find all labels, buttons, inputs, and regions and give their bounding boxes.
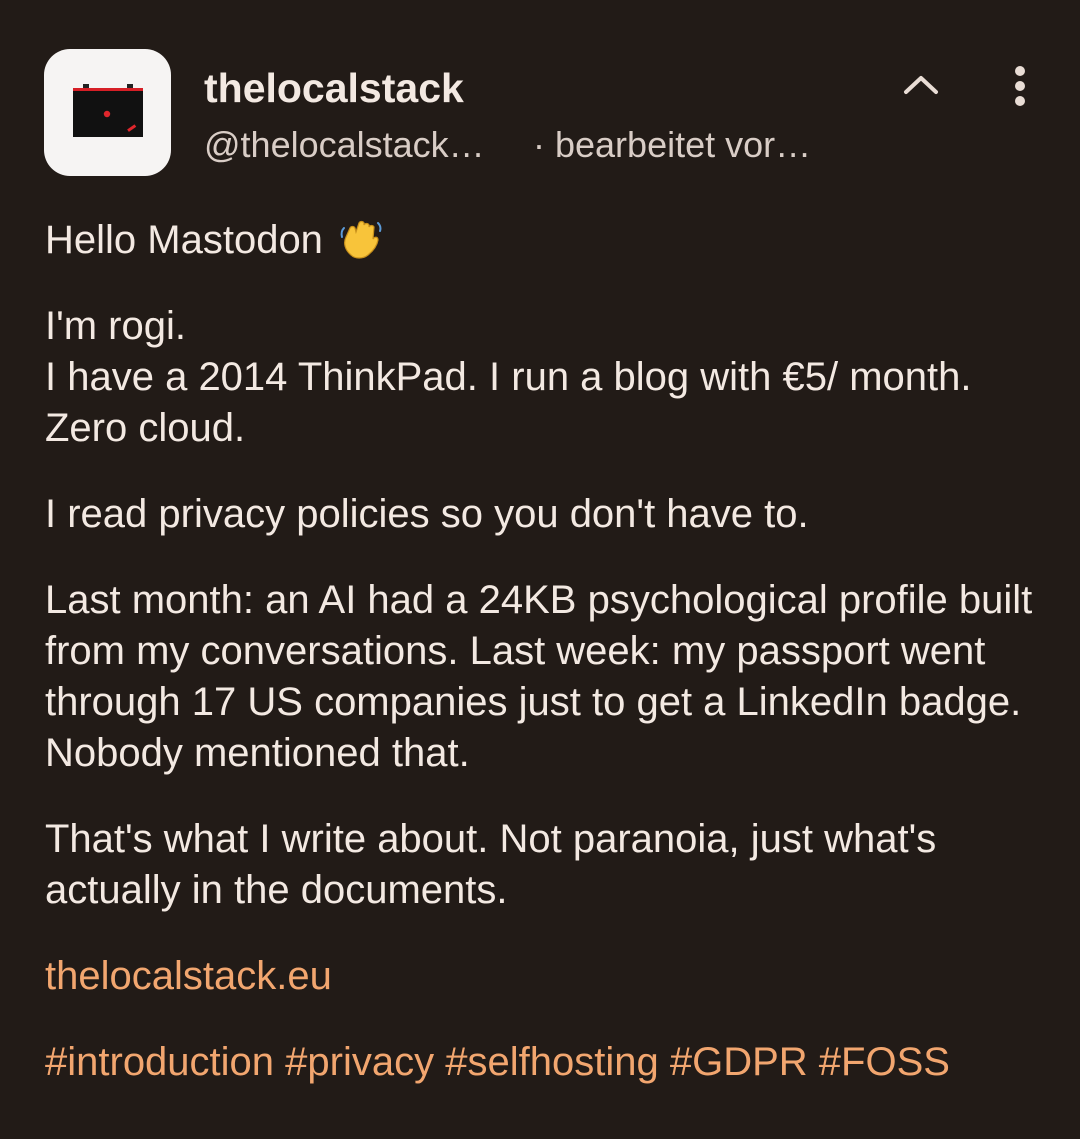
chevron-up-icon	[904, 76, 938, 94]
status-post[interactable]: thelocalstack @thelocalstack… · bearbeit…	[0, 0, 1080, 1139]
greeting-text: Hello Mastodon	[45, 218, 323, 262]
avatar[interactable]	[44, 49, 171, 176]
hashtag-foss[interactable]: #FOSS	[819, 1040, 950, 1084]
author-handle[interactable]: @thelocalstack…	[204, 120, 485, 170]
intro-paragraph: I'm rogi. I have a 2014 ThinkPad. I run …	[45, 301, 1055, 454]
post-content: Hello Mastodon I'm rogi. I have a 2014 T…	[45, 215, 1055, 1123]
laptop-logo-icon	[73, 84, 143, 137]
paragraph-privacy: I read privacy policies so you don't hav…	[45, 492, 809, 536]
waving-hand-icon	[340, 220, 382, 259]
hashtag-selfhosting[interactable]: #selfhosting	[445, 1040, 658, 1084]
intro-line-name: I'm rogi.	[45, 304, 186, 348]
post-timestamp: · bearbeitet vor…	[533, 124, 812, 165]
intro-line-details: I have a 2014 ThinkPad. I run a blog wit…	[45, 355, 972, 450]
collapse-button[interactable]	[893, 60, 949, 116]
more-options-button[interactable]	[992, 60, 1048, 116]
author-display-name[interactable]: thelocalstack	[204, 62, 464, 114]
hashtag-privacy[interactable]: #privacy	[285, 1040, 434, 1084]
more-vertical-icon	[1015, 66, 1025, 106]
hashtag-introduction[interactable]: #introduction	[45, 1040, 274, 1084]
paragraph-about: That's what I write about. Not paranoia,…	[45, 817, 937, 912]
greeting-paragraph: Hello Mastodon	[45, 215, 1055, 266]
hashtag-gdpr[interactable]: #GDPR	[670, 1040, 808, 1084]
paragraph-story: Last month: an AI had a 24KB psychologic…	[45, 578, 1033, 775]
blog-link[interactable]: thelocalstack.eu	[45, 954, 332, 998]
hashtag-list: #introduction #privacy #selfhosting #GDP…	[45, 1037, 1055, 1088]
